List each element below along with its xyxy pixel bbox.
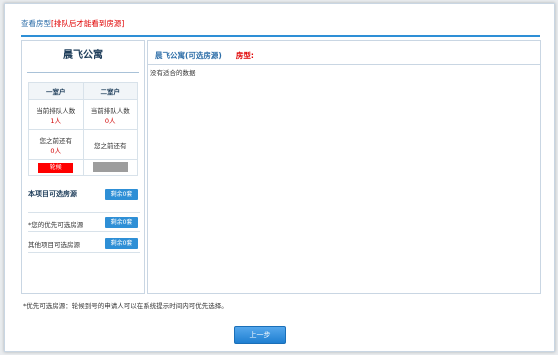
other-label: 其他项目可选房源	[28, 241, 80, 249]
priority-label: *您的优先可选房源	[28, 221, 84, 229]
header-prefix: 查看房型	[21, 19, 51, 28]
page-header: 查看房型[排队后才能看到房源]	[21, 18, 124, 29]
footnote: *优先可选房源：轮候到号的申请人可以在系统提示时间内可优先选择。	[23, 302, 228, 310]
header-note: [排队后才能看到房源]	[51, 19, 125, 28]
queue-cell-2: 当前排队人数 0人	[82, 99, 138, 130]
queue-button[interactable]: 轮候	[38, 162, 74, 173]
queue-label: 当前排队人数	[36, 106, 76, 115]
queue-count: 1人	[50, 116, 62, 125]
unit-type-tab-1[interactable]: 一室户	[28, 82, 84, 100]
ahead-cell-2: 您之前还有	[82, 129, 138, 160]
empty-message: 没有适合的数据	[150, 69, 196, 77]
unit-type-tab-2[interactable]: 二室户	[82, 82, 138, 100]
divider	[28, 212, 140, 213]
divider	[148, 64, 540, 65]
action-cell-1: 轮候	[28, 159, 84, 176]
ahead-count: 0人	[50, 146, 62, 155]
queue-button-disabled	[92, 161, 128, 172]
divider	[28, 252, 140, 253]
header-divider	[21, 35, 540, 37]
priority-remaining-button[interactable]: 剩余0套	[105, 217, 138, 228]
queue-label: 当前排队人数	[90, 106, 130, 115]
divider	[28, 231, 140, 232]
ahead-cell-1: 您之前还有 0人	[28, 129, 84, 160]
unit-type-table: 一室户 二室户 当前排队人数 1人 当前排队人数 0人 您之前还有 0人 您之前…	[28, 82, 138, 176]
queue-count: 0人	[104, 116, 116, 125]
action-cell-2	[82, 159, 138, 176]
project-summary-panel: 晨飞公寓 一室户 二室户 当前排队人数 1人 当前排队人数 0人 您之前还有 0…	[21, 40, 145, 294]
main-panel: 查看房型[排队后才能看到房源] 晨飞公寓 一室户 二室户 当前排队人数 1人 当…	[4, 3, 555, 352]
ahead-label: 您之前还有	[94, 141, 127, 150]
divider	[27, 72, 139, 73]
panel-title-text: 晨飞公寓(可选房源)	[155, 51, 222, 60]
panel-title: 晨飞公寓(可选房源) 房型:	[155, 50, 254, 61]
unit-type-label: 房型:	[235, 51, 254, 60]
this-project-remaining-button[interactable]: 剩余0套	[105, 189, 138, 200]
queue-cell-1: 当前排队人数 1人	[28, 99, 84, 130]
other-remaining-button[interactable]: 剩余0套	[105, 238, 138, 249]
ahead-label: 您之前还有	[39, 136, 73, 145]
back-button[interactable]: 上一步	[234, 326, 286, 344]
available-units-panel: 晨飞公寓(可选房源) 房型: 没有适合的数据	[147, 40, 541, 294]
project-name: 晨飞公寓	[63, 50, 103, 61]
